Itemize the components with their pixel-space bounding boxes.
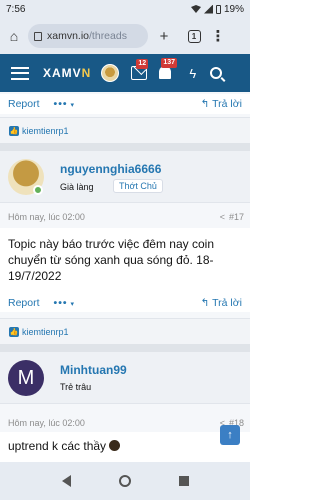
url-path: /threads: [89, 30, 127, 42]
user-avatar[interactable]: [101, 64, 120, 82]
username[interactable]: Minhtuan99: [60, 363, 127, 377]
post-actions: Report ••• ↰ Trả lời: [0, 294, 250, 312]
lock-icon: [34, 31, 42, 41]
avatar[interactable]: M: [8, 360, 44, 396]
inbox-icon[interactable]: 12: [131, 59, 149, 80]
post-user-header: nguyennghia6666 Già làng Thớt Chủ: [0, 151, 250, 203]
status-time: 7:56: [6, 3, 26, 15]
site-logo[interactable]: XAMVN: [43, 66, 91, 80]
more-options-button[interactable]: •••: [54, 297, 76, 309]
signal-icon: [203, 4, 213, 14]
post-message: uptrend k các thầy: [8, 438, 240, 454]
hamburger-menu-icon[interactable]: [11, 66, 29, 80]
site-header: XAMVN 12 137 ϟ: [0, 54, 250, 92]
whats-new-icon[interactable]: ϟ: [189, 66, 196, 81]
post-time[interactable]: Hôm nay, lúc 02:00: [8, 418, 85, 428]
like-icon: 👍: [9, 326, 19, 337]
post-divider: [0, 344, 250, 352]
reactions-bar: 👍 kiemtienrp1: [0, 117, 250, 143]
browser-menu-icon[interactable]: ⋮: [208, 27, 228, 45]
user-rank: Trẻ trâu: [60, 382, 92, 392]
tab-switcher-button[interactable]: 1: [180, 29, 208, 43]
emoji-icon: [109, 440, 121, 451]
reply-button[interactable]: ↰ Trả lời: [201, 98, 242, 110]
home-button-icon[interactable]: [118, 475, 131, 487]
post-meta: Hôm nay, lúc 02:00 < #17: [0, 208, 250, 226]
post-user-header: M Minhtuan99 Trẻ trâu: [0, 352, 250, 404]
liker-link[interactable]: kiemtienrp1: [22, 126, 69, 136]
post-divider: [0, 143, 250, 151]
inbox-badge: 12: [136, 59, 149, 69]
alerts-button[interactable]: 137: [159, 58, 178, 80]
more-options-button[interactable]: •••: [54, 98, 76, 110]
report-link[interactable]: Report: [8, 98, 40, 110]
battery-level: 19%: [223, 3, 244, 15]
liker-link[interactable]: kiemtienrp1: [22, 327, 69, 337]
wifi-icon: [190, 5, 201, 13]
thread-starter-badge: Thớt Chủ: [113, 179, 163, 193]
post-actions: Report ••• ↰ Trả lời: [0, 94, 250, 114]
search-icon[interactable]: [210, 67, 223, 79]
reply-button[interactable]: ↰ Trả lời: [201, 297, 242, 309]
post-number[interactable]: #17: [229, 212, 244, 222]
new-tab-button[interactable]: +: [148, 28, 180, 45]
system-navigation-bar: [0, 462, 250, 500]
home-icon[interactable]: ⌂: [0, 28, 28, 44]
alerts-badge: 137: [161, 58, 178, 68]
post-message: Topic này báo trước việc đêm nay coin ch…: [8, 236, 240, 284]
tab-count: 1: [187, 29, 201, 43]
browser-toolbar: ⌂ xamvn.io/threads + 1 ⋮: [0, 18, 250, 54]
user-rank: Già làng: [60, 182, 94, 192]
battery-icon: [215, 4, 221, 14]
url-host: xamvn.io: [47, 30, 90, 42]
address-bar[interactable]: xamvn.io/threads: [28, 24, 148, 48]
like-icon: 👍: [9, 125, 19, 136]
status-bar: 7:56 19%: [0, 0, 250, 18]
back-icon[interactable]: [61, 475, 71, 487]
username[interactable]: nguyennghia6666: [60, 162, 161, 176]
online-indicator: [33, 185, 43, 195]
thread-content: Report ••• ↰ Trả lời 👍 kiemtienrp1 nguye…: [0, 92, 250, 462]
scroll-to-top-button[interactable]: ↑: [220, 425, 240, 445]
share-icon[interactable]: <: [220, 212, 225, 222]
reactions-bar: 👍 kiemtienrp1: [0, 318, 250, 344]
report-link[interactable]: Report: [8, 297, 40, 309]
recents-icon[interactable]: [178, 476, 189, 486]
post-meta: Hôm nay, lúc 02:00 < #18: [0, 414, 250, 432]
post-time[interactable]: Hôm nay, lúc 02:00: [8, 212, 85, 222]
